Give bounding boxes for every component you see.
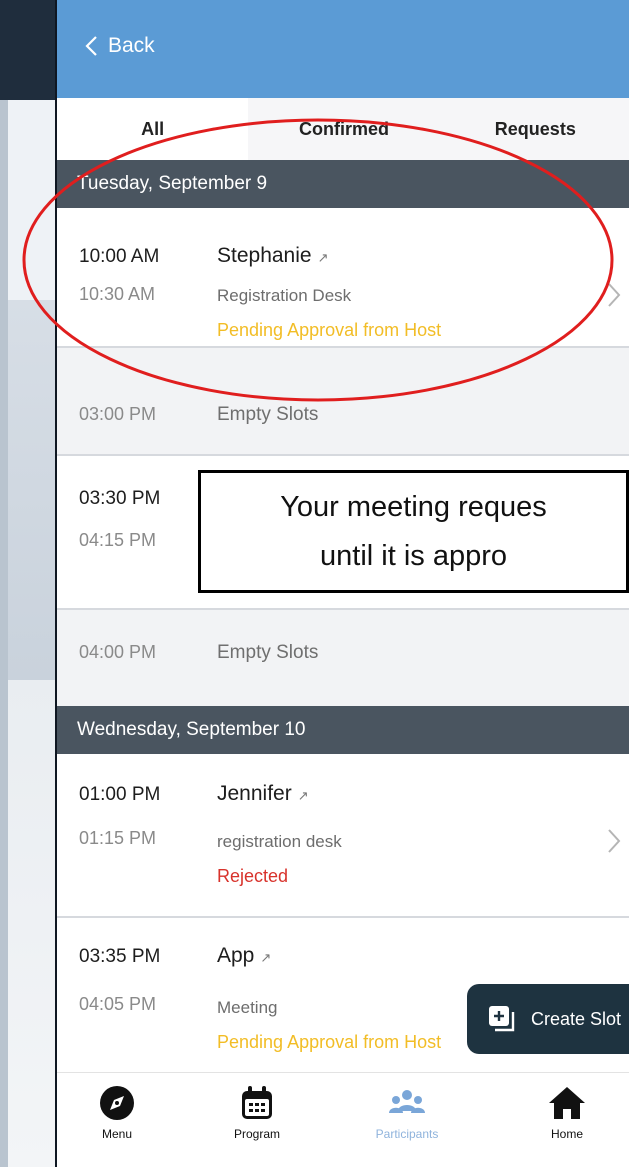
start-time: 03:30 PM (79, 488, 161, 509)
empty-slots-label: Empty Slots (217, 404, 319, 425)
callout-line: until it is appro (320, 540, 507, 572)
meeting-row[interactable]: 10:00 AM 10:30 AM Stephanie ↗ Registratio… (57, 208, 629, 348)
chevron-right-icon (608, 829, 621, 853)
tab-requests[interactable]: Requests (440, 98, 629, 160)
back-button[interactable]: Back (85, 34, 155, 58)
tab-confirmed[interactable]: Confirmed (248, 98, 439, 160)
calendar-icon (242, 1086, 272, 1119)
nav-menu-label: Menu (101, 1127, 133, 1141)
external-link-icon: ↗ (260, 950, 272, 965)
status-label: Pending Approval from Host (217, 320, 442, 340)
external-link-icon: ↗ (317, 250, 329, 265)
chevron-right-icon (608, 283, 621, 307)
empty-slots-label: Empty Slots (217, 642, 319, 663)
add-slot-icon (489, 1006, 515, 1032)
tab-all[interactable]: All (57, 98, 249, 160)
callout-line: Your meeting reques (280, 491, 547, 523)
end-time: 04:15 PM (79, 530, 157, 550)
meeting-location: registration desk (217, 832, 342, 851)
nav-program[interactable]: Program (207, 1083, 307, 1141)
nav-program-label: Program (233, 1127, 280, 1141)
compass-icon (100, 1086, 134, 1120)
people-icon (389, 1090, 425, 1113)
nav-menu[interactable]: Menu (67, 1083, 167, 1141)
start-time: 04:00 PM (79, 642, 157, 662)
background-left-panel (0, 0, 55, 1167)
status-label: Pending Approval from Host (217, 1032, 442, 1052)
chevron-left-icon (85, 36, 97, 56)
day-header: Tuesday, September 9 (57, 160, 629, 208)
background-strip (0, 100, 8, 1167)
nav-home-label: Home (550, 1127, 583, 1141)
participant-name[interactable]: Jennifer ↗ (217, 782, 309, 806)
meeting-location: Meeting (217, 998, 278, 1017)
bottom-nav: Menu Program Participants Home (57, 1072, 629, 1167)
end-time: 04:05 PM (79, 994, 157, 1014)
participant-name[interactable]: App ↗ (217, 944, 271, 968)
meeting-row[interactable]: 01:00 PM 01:15 PM Jennifer ↗ registration… (57, 754, 629, 918)
end-time: 01:15 PM (79, 828, 157, 848)
create-slot-label: Create Slot (531, 1008, 622, 1029)
external-link-icon: ↗ (297, 788, 309, 803)
empty-slot-row[interactable]: 03:00 PM Empty Slots (57, 348, 629, 456)
create-slot-button[interactable]: Create Slot (467, 984, 629, 1054)
start-time: 01:00 PM (79, 784, 161, 805)
back-label: Back (108, 34, 155, 57)
tab-bar: All Confirmed Requests (57, 98, 629, 160)
nav-participants[interactable]: Participants (357, 1083, 457, 1141)
info-callout: Your meeting reques until it is appro (198, 470, 629, 593)
nav-home[interactable]: Home (517, 1083, 617, 1141)
end-time: 10:30 AM (79, 284, 156, 304)
start-time: 10:00 AM (79, 246, 160, 267)
participant-name[interactable]: Stephanie ↗ (217, 244, 329, 268)
status-label: Rejected (217, 866, 289, 886)
meeting-location: Registration Desk (217, 286, 352, 305)
nav-participants-label: Participants (375, 1127, 439, 1141)
start-time: 03:00 PM (79, 404, 157, 424)
top-bar: Back (57, 0, 629, 98)
empty-slot-row[interactable]: 04:00 PM Empty Slots (57, 610, 629, 708)
day-header: Wednesday, September 10 (57, 706, 629, 754)
start-time: 03:35 PM (79, 946, 161, 967)
home-icon (549, 1087, 585, 1119)
